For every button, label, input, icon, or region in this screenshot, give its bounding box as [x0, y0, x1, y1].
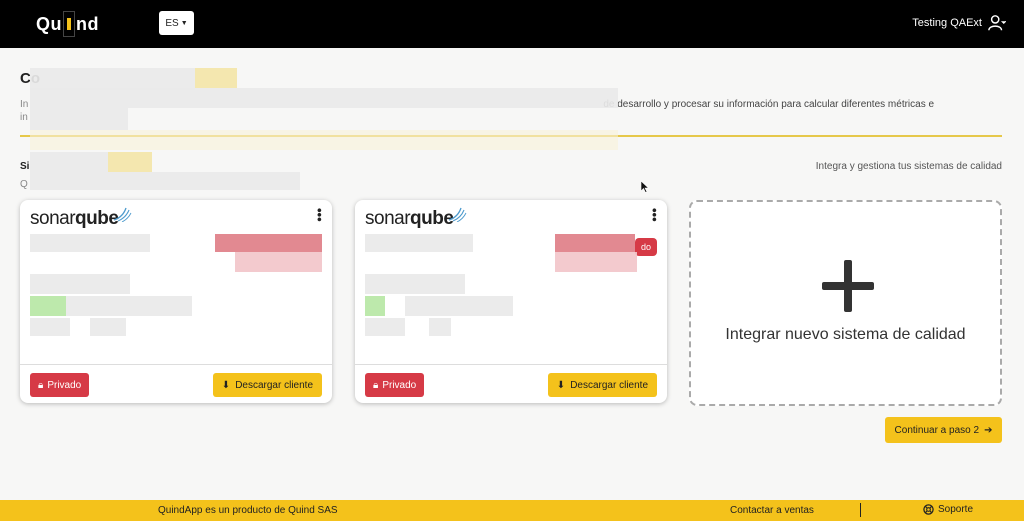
- redacted-card-row-4: [429, 318, 451, 336]
- card-footer: 🔒︎ Privado ⬇ Descargar cliente: [355, 364, 667, 403]
- download-label: Descargar cliente: [570, 379, 648, 391]
- redacted-title-mark: [195, 68, 237, 88]
- redacted-card-row-2: [405, 296, 513, 316]
- contact-sales-link[interactable]: Contactar a ventas: [730, 505, 814, 516]
- add-quality-system-label: Integrar nuevo sistema de calidad: [725, 326, 966, 343]
- sonar-waves-icon: [449, 207, 467, 222]
- private-button[interactable]: 🔒︎ Privado: [30, 373, 90, 397]
- card-menu-icon[interactable]: •••: [312, 208, 327, 222]
- redacted-card-row-3: [30, 318, 70, 336]
- redacted-card-row-2: [66, 296, 192, 316]
- continue-step-2-button[interactable]: Continuar a paso 2 ➔: [885, 417, 1002, 443]
- user-menu[interactable]: Testing QAExt: [912, 14, 1006, 32]
- redacted-card-status-2: [555, 252, 637, 272]
- footer-separator: [860, 503, 861, 517]
- download-client-button[interactable]: ⬇ Descargar cliente: [212, 373, 322, 397]
- redacted-section-subtitle: [30, 172, 300, 190]
- arrow-right-icon: ➔: [984, 424, 993, 436]
- download-icon: ⬇: [556, 379, 566, 391]
- redacted-section-mark: [108, 152, 152, 172]
- redacted-card-row-4: [90, 318, 126, 336]
- mouse-cursor-icon: [641, 181, 649, 193]
- redacted-card-row-3: [365, 318, 405, 336]
- redacted-title: [30, 68, 195, 90]
- status-badge: do: [634, 238, 657, 256]
- redacted-card-field: [30, 234, 150, 252]
- top-bar: Qu nd ES ▼ Testing QAExt: [0, 0, 1024, 48]
- intro-visible-text: de desarrollo y procesar su información …: [603, 99, 935, 110]
- redacted-card-status: [215, 234, 322, 252]
- brand-light: sonar: [30, 208, 76, 229]
- private-button[interactable]: 🔒︎ Privado: [365, 373, 425, 397]
- redacted-card-status: [555, 234, 635, 252]
- user-icon: [988, 15, 1006, 31]
- private-label: Privado: [382, 379, 417, 391]
- brand-light: sonar: [365, 208, 411, 229]
- section-subtitle: Q: [20, 179, 28, 190]
- quind-logo[interactable]: Qu nd: [36, 11, 99, 37]
- support-label: Soporte: [938, 504, 974, 515]
- continue-label: Continuar a paso 2: [894, 424, 980, 436]
- user-name: Testing QAExt: [912, 17, 982, 29]
- language-label: ES: [165, 17, 179, 29]
- language-selector[interactable]: ES ▼: [159, 11, 194, 35]
- card-footer: 🔒︎ Privado ⬇ Descargar cliente: [20, 364, 332, 403]
- section-title: Si: [20, 161, 30, 172]
- footer-product-text: QuindApp es un producto de Quind SAS: [158, 505, 338, 516]
- redacted-card-indicator: [30, 296, 66, 316]
- redacted-card-row: [30, 274, 130, 294]
- lock-icon: 🔒︎: [373, 379, 379, 391]
- redacted-section-title: [30, 152, 108, 172]
- plus-icon: [822, 260, 874, 312]
- private-label: Privado: [47, 379, 82, 391]
- download-label: Descargar cliente: [235, 379, 313, 391]
- sonarqube-logo: sonarqube: [30, 207, 132, 230]
- card-menu-icon[interactable]: •••: [647, 208, 662, 222]
- redacted-intro-2: [30, 108, 128, 130]
- redacted-card-status-2: [235, 252, 322, 272]
- support-link[interactable]: Soporte: [923, 504, 973, 515]
- sonarqube-card: sonarqube ••• do 🔒︎ Privado ⬇ Descargar …: [355, 200, 667, 403]
- caret-down-icon: ▼: [180, 19, 188, 27]
- sonarqube-card: sonarqube ••• 🔒︎ Privado ⬇ Descargar cli…: [20, 200, 332, 403]
- download-icon: ⬇: [221, 379, 231, 391]
- support-icon: [923, 504, 934, 515]
- lock-icon: 🔒︎: [38, 379, 44, 391]
- sonar-waves-icon: [114, 207, 132, 222]
- footer-bar: QuindApp es un producto de Quind SAS Con…: [0, 500, 1024, 521]
- download-client-button[interactable]: ⬇ Descargar cliente: [547, 373, 657, 397]
- add-quality-system-card[interactable]: Integrar nuevo sistema de calidad: [689, 200, 1002, 406]
- redacted-divider: [30, 130, 618, 150]
- redacted-card-indicator: [365, 296, 385, 316]
- main-content: Co Inde desarrollo y procesar su informa…: [0, 48, 1024, 500]
- redacted-intro: [30, 88, 618, 108]
- redacted-card-field: [365, 234, 473, 252]
- redacted-card-row: [365, 274, 465, 294]
- sonarqube-logo: sonarqube: [365, 207, 467, 230]
- section-right-text: Integra y gestiona tus sistemas de calid…: [815, 161, 1002, 172]
